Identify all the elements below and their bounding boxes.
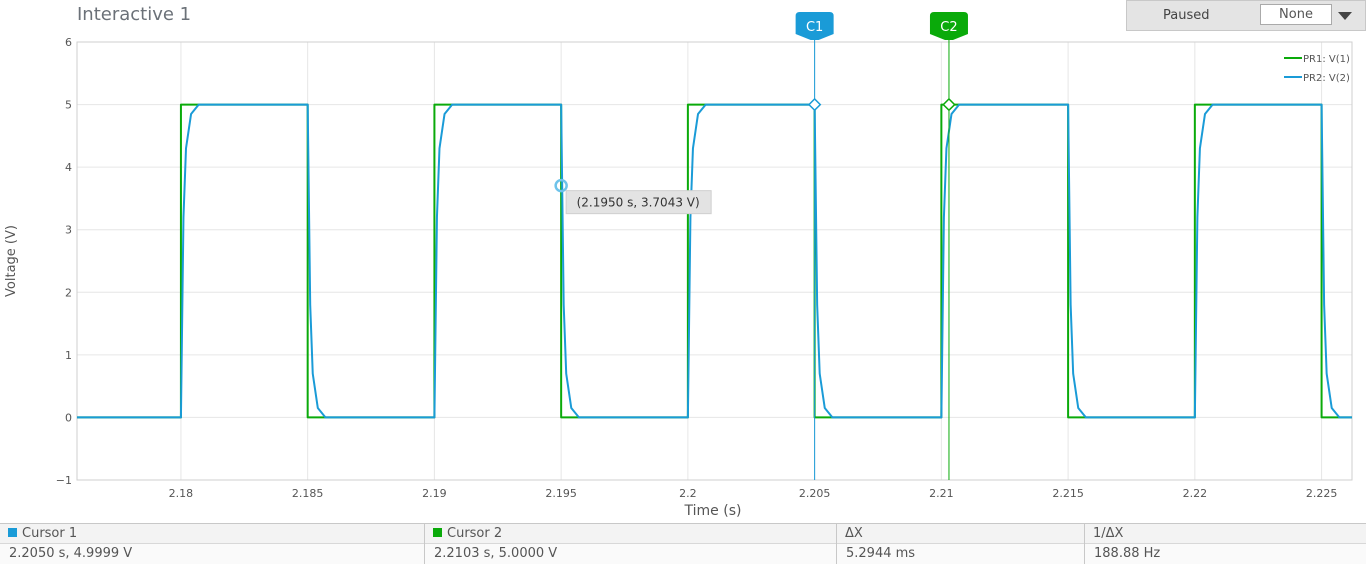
legend-label-1: PR1: V(1) xyxy=(1303,54,1350,65)
cursor-flag-label-2: C2 xyxy=(940,20,957,35)
x-tick-label: 2.18 xyxy=(169,487,194,500)
y-tick-label: 3 xyxy=(65,224,72,237)
y-axis-label: Voltage (V) xyxy=(4,225,19,297)
x-tick-label: 2.215 xyxy=(1052,487,1084,500)
delta-x-readout: ΔX 5.2944 ms xyxy=(836,524,1084,564)
x-tick-label: 2.2 xyxy=(679,487,697,500)
y-tick-label: 4 xyxy=(65,161,72,174)
x-tick-label: 2.21 xyxy=(929,487,954,500)
legend-label-2: PR2: V(2) xyxy=(1303,73,1350,84)
cursor1-value: 2.2050 s, 4.9999 V xyxy=(0,544,424,564)
x-axis-label: Time (s) xyxy=(684,503,742,519)
y-tick-label: 5 xyxy=(65,99,72,112)
cursor1-swatch xyxy=(8,528,17,537)
x-tick-label: 2.19 xyxy=(422,487,447,500)
y-tick-label: 6 xyxy=(65,36,72,49)
plot-area[interactable]: 2.18 2.185 2.19 2.195 2.2 2.205 2.21 2.215 2.22 2… xyxy=(0,0,1366,523)
inverse-delta-x-header: 1/ΔX xyxy=(1085,524,1366,544)
series-line-2 xyxy=(77,103,1352,419)
delta-x-header: ΔX xyxy=(837,524,1084,544)
x-tick-label: 2.195 xyxy=(545,487,577,500)
x-tick-label: 2.225 xyxy=(1306,487,1338,500)
cursor-flag-label-1: C1 xyxy=(806,20,823,35)
x-tick-label: 2.22 xyxy=(1183,487,1208,500)
cursor2-value: 2.2103 s, 5.0000 V xyxy=(425,544,836,564)
cursor1-readout: Cursor 1 2.2050 s, 4.9999 V xyxy=(0,524,424,564)
hover-tooltip-text: (2.1950 s, 3.7043 V) xyxy=(577,196,700,210)
cursor2-header: Cursor 2 xyxy=(447,526,503,541)
cursor2-readout: Cursor 2 2.2103 s, 5.0000 V xyxy=(424,524,836,564)
cursor1-header: Cursor 1 xyxy=(22,526,78,541)
inverse-delta-x-readout: 1/ΔX 188.88 Hz xyxy=(1084,524,1366,564)
cursor-point-1[interactable] xyxy=(807,97,822,112)
y-tick-label: 1 xyxy=(65,349,72,362)
plot-frame xyxy=(76,41,1353,481)
cursor2-swatch xyxy=(433,528,442,537)
x-tick-label: 2.185 xyxy=(292,487,324,500)
y-tick-label: −1 xyxy=(56,474,72,487)
inverse-delta-x-value: 188.88 Hz xyxy=(1085,544,1366,564)
delta-x-value: 5.2944 ms xyxy=(837,544,1084,564)
cursor-point-2[interactable] xyxy=(942,97,956,112)
y-tick-label: 2 xyxy=(65,286,72,299)
cursor-readout-panel: Cursor 1 2.2050 s, 4.9999 V Cursor 2 2.2… xyxy=(0,523,1366,564)
series-line-1 xyxy=(77,103,1352,419)
x-tick-label: 2.205 xyxy=(799,487,831,500)
y-tick-label: 0 xyxy=(65,411,72,424)
